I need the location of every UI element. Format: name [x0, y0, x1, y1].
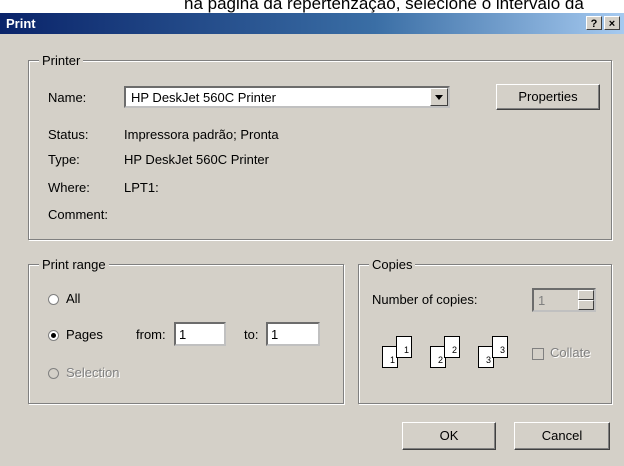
- help-button[interactable]: ?: [586, 16, 602, 30]
- to-label: to:: [244, 327, 259, 342]
- number-of-copies-label: Number of copies:: [372, 292, 478, 307]
- all-label[interactable]: All: [66, 291, 80, 306]
- printer-name-value: HP DeskJet 560C Printer: [131, 90, 276, 105]
- copies-stepper[interactable]: 1: [532, 288, 596, 312]
- collate-checkbox[interactable]: [532, 348, 544, 360]
- pages-label[interactable]: Pages: [66, 327, 103, 342]
- comment-label: Comment:: [48, 207, 108, 222]
- printer-name-select[interactable]: HP DeskJet 560C Printer: [124, 86, 450, 108]
- page-sheet-icon: 2: [444, 336, 460, 358]
- background-caption-text: na página da repertenzação, selecione o …: [184, 0, 584, 13]
- selection-label: Selection: [66, 365, 120, 380]
- where-label: Where:: [48, 180, 90, 195]
- all-radio[interactable]: [48, 294, 59, 305]
- status-label: Status:: [48, 127, 89, 142]
- copies-legend: Copies: [369, 257, 416, 272]
- from-input[interactable]: 1: [174, 322, 226, 346]
- page-sheet-icon: 3: [492, 336, 508, 358]
- where-value: LPT1:: [124, 180, 159, 195]
- pages-radio[interactable]: [48, 330, 59, 341]
- to-input[interactable]: 1: [266, 322, 320, 346]
- window-title: Print: [6, 16, 36, 31]
- from-label: from:: [136, 327, 166, 342]
- page-sheet-icon: 1: [396, 336, 412, 358]
- printer-legend: Printer: [39, 53, 84, 68]
- spin-up-icon[interactable]: [578, 290, 594, 300]
- chevron-down-icon[interactable]: [430, 88, 448, 106]
- properties-button[interactable]: Properties: [496, 84, 600, 110]
- cancel-button[interactable]: Cancel: [514, 422, 610, 450]
- ok-button[interactable]: OK: [402, 422, 496, 450]
- title-bar[interactable]: Print ? ×: [0, 13, 624, 34]
- type-label: Type:: [48, 152, 80, 167]
- selection-radio[interactable]: [48, 368, 59, 379]
- print-range-legend: Print range: [39, 257, 109, 272]
- spin-down-icon[interactable]: [578, 300, 594, 310]
- copies-group: Copies: [358, 257, 612, 404]
- type-value: HP DeskJet 560C Printer: [124, 152, 269, 167]
- copies-value: 1: [538, 293, 546, 308]
- name-label: Name:: [48, 90, 87, 105]
- status-value: Impressora padrão; Pronta: [124, 127, 279, 142]
- close-button[interactable]: ×: [604, 16, 620, 30]
- from-value: 1: [179, 327, 187, 342]
- to-value: 1: [271, 327, 279, 342]
- collate-label: Collate: [550, 345, 591, 360]
